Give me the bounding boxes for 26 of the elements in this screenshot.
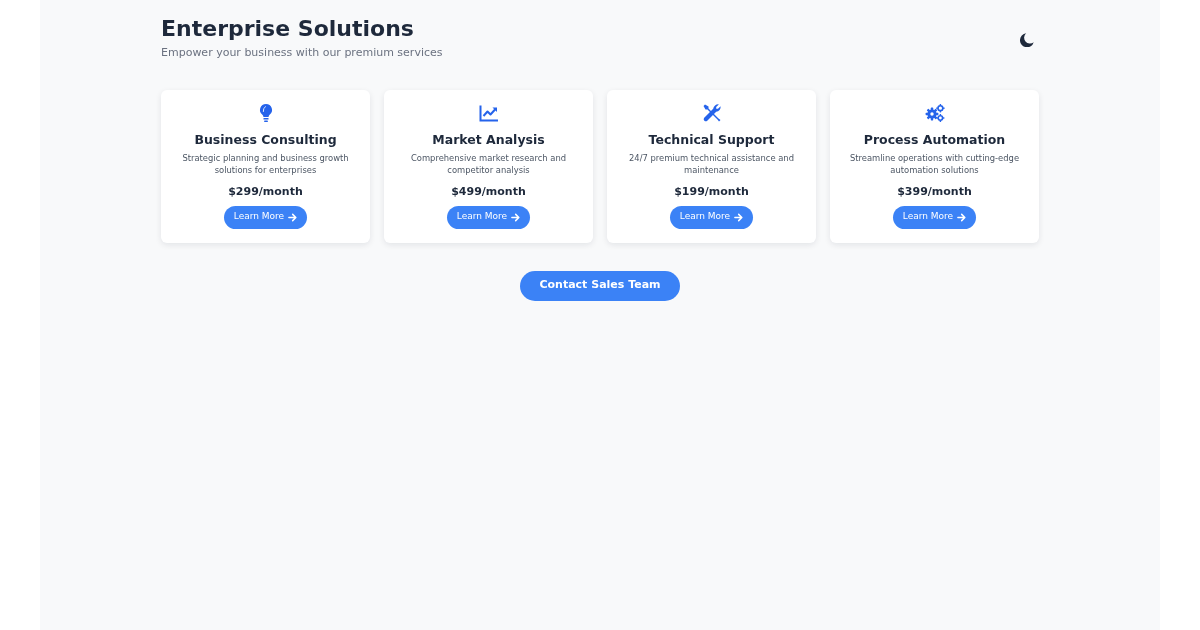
service-title: Technical Support	[648, 131, 775, 148]
arrow-right-icon	[511, 212, 521, 222]
learn-more-button[interactable]: Learn More	[892, 205, 977, 229]
service-price: $199/month	[674, 184, 749, 199]
moon-icon	[1020, 33, 1034, 48]
contact-sales-button[interactable]: Contact Sales Team	[520, 270, 680, 301]
learn-more-button[interactable]: Learn More	[669, 205, 754, 229]
learn-more-button[interactable]: Learn More	[446, 205, 531, 229]
learn-more-button[interactable]: Learn More	[223, 205, 308, 229]
service-description: Streamline operations with cutting-edge automation solutions	[849, 151, 1020, 176]
page-subtitle: Empower your business with our premium services	[161, 46, 443, 61]
service-description: Strategic planning and business growth solutions for enterprises	[181, 151, 350, 176]
service-description: Comprehensive market research and competitor analysis	[409, 151, 568, 176]
arrow-right-icon	[957, 212, 967, 222]
service-title: Market Analysis	[432, 131, 545, 148]
wrench-screwdriver-icon	[701, 102, 722, 123]
gears-icon	[924, 102, 945, 123]
service-price: $299/month	[228, 184, 303, 199]
arrow-right-icon	[288, 212, 298, 222]
arrow-right-icon	[734, 212, 744, 222]
service-price: $499/month	[451, 184, 526, 199]
page-title: Enterprise Solutions	[161, 16, 415, 43]
service-title: Business Consulting	[194, 131, 337, 148]
service-description: 24/7 premium technical assistance and maintenance	[628, 151, 795, 176]
service-price: $399/month	[897, 184, 972, 199]
service-title: Process Automation	[863, 131, 1006, 148]
